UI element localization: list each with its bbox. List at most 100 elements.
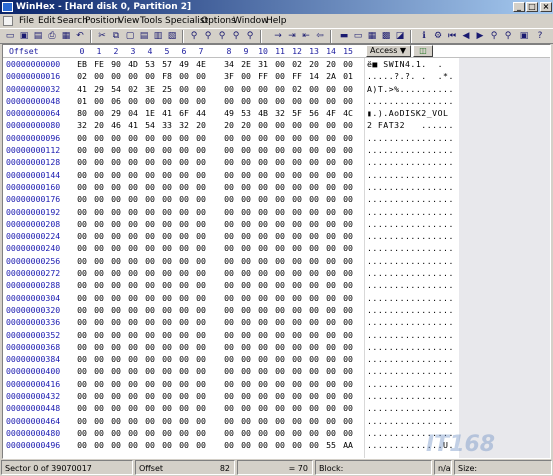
hex-byte-cell[interactable]: 00 xyxy=(256,242,270,254)
hex-byte-cell[interactable]: 00 xyxy=(177,402,191,414)
hex-byte-cell[interactable]: 00 xyxy=(75,169,89,181)
options-icon[interactable]: ⚙ xyxy=(432,31,444,42)
print-icon[interactable]: ⎙ xyxy=(46,31,58,42)
hex-byte-cell[interactable]: 00 xyxy=(324,218,338,230)
hex-byte-cell[interactable]: 49 xyxy=(222,107,236,119)
hex-byte-cell[interactable]: 00 xyxy=(307,365,321,377)
hex-byte-cell[interactable]: 00 xyxy=(109,181,123,193)
hex-byte-cell[interactable]: 00 xyxy=(273,132,287,144)
hex-byte-cell[interactable]: 00 xyxy=(92,230,106,242)
hex-byte-cell[interactable]: 00 xyxy=(239,415,253,427)
cut-icon[interactable]: ✂ xyxy=(96,31,108,42)
hex-byte-cell[interactable]: 00 xyxy=(160,132,174,144)
hex-byte-cell[interactable]: 00 xyxy=(341,95,355,107)
hex-byte-cell[interactable]: 00 xyxy=(307,279,321,291)
hex-byte-cell[interactable]: 00 xyxy=(143,193,157,205)
hex-byte-cell[interactable]: 00 xyxy=(290,230,304,242)
hex-byte-cell[interactable]: 00 xyxy=(307,341,321,353)
hex-byte-cell[interactable]: 00 xyxy=(256,415,270,427)
hex-byte-cell[interactable]: 00 xyxy=(126,316,140,328)
hex-byte-cell[interactable]: 00 xyxy=(290,242,304,254)
hex-byte-cell[interactable]: 00 xyxy=(92,390,106,402)
hex-byte-cell[interactable]: 00 xyxy=(92,255,106,267)
hex-editor[interactable]: Offset 0 1 2 3 4 5 6 7 8 9 10 11 12 13 1… xyxy=(2,44,551,459)
hex-byte-cell[interactable]: 29 xyxy=(109,107,123,119)
hex-byte-cell[interactable]: 20 xyxy=(324,58,338,70)
hex-byte-cell[interactable]: 00 xyxy=(126,292,140,304)
hex-byte-cell[interactable]: 00 xyxy=(290,206,304,218)
hex-byte-cell[interactable]: 00 xyxy=(92,70,106,82)
hex-byte-cell[interactable]: 49 xyxy=(177,58,191,70)
hex-byte-cell[interactable]: 00 xyxy=(194,415,208,427)
hex-byte-cell[interactable]: 00 xyxy=(75,415,89,427)
hex-byte-cell[interactable]: 00 xyxy=(341,279,355,291)
save-icon[interactable]: ▤ xyxy=(32,31,44,42)
hex-byte-cell[interactable]: 00 xyxy=(341,378,355,390)
hex-byte-cell[interactable]: 53 xyxy=(143,58,157,70)
hex-byte-cell[interactable]: 00 xyxy=(256,378,270,390)
hex-byte-cell[interactable]: 00 xyxy=(126,230,140,242)
ascii-cell[interactable]: ................ xyxy=(367,402,454,414)
hex-byte-cell[interactable]: 00 xyxy=(290,156,304,168)
hex-byte-cell[interactable]: 00 xyxy=(126,144,140,156)
hex-byte-cell[interactable]: 00 xyxy=(273,193,287,205)
hex-byte-cell[interactable]: 00 xyxy=(160,390,174,402)
hex-byte-cell[interactable]: 00 xyxy=(273,378,287,390)
hex-byte-cell[interactable]: 02 xyxy=(75,70,89,82)
hex-byte-cell[interactable]: 00 xyxy=(194,206,208,218)
hex-byte-cell[interactable]: 00 xyxy=(222,365,236,377)
hex-byte-cell[interactable]: 00 xyxy=(307,353,321,365)
hex-byte-cell[interactable]: 00 xyxy=(109,70,123,82)
hex-byte-cell[interactable]: 00 xyxy=(290,341,304,353)
hex-byte-cell[interactable]: 00 xyxy=(143,267,157,279)
hex-byte-cell[interactable]: 00 xyxy=(194,242,208,254)
hex-byte-cell[interactable]: 00 xyxy=(256,353,270,365)
hex-byte-cell[interactable]: 00 xyxy=(256,304,270,316)
hex-byte-cell[interactable]: 00 xyxy=(75,132,89,144)
hex-byte-cell[interactable]: 00 xyxy=(256,156,270,168)
hex-byte-cell[interactable]: 00 xyxy=(109,427,123,439)
hex-byte-cell[interactable]: 00 xyxy=(194,70,208,82)
hex-byte-cell[interactable]: 00 xyxy=(194,390,208,402)
hex-byte-cell[interactable]: 00 xyxy=(256,365,270,377)
hex-byte-cell[interactable]: 00 xyxy=(109,267,123,279)
hex-byte-cell[interactable]: 00 xyxy=(160,156,174,168)
table-row[interactable]: 00000000368 00 00 00 00 00 00 00 00 00 00 00 00 00 00 0… xyxy=(3,341,550,353)
hex-byte-cell[interactable]: 00 xyxy=(126,365,140,377)
hex-byte-cell[interactable]: 00 xyxy=(290,95,304,107)
hex-byte-cell[interactable]: 00 xyxy=(341,242,355,254)
hex-byte-cell[interactable]: 00 xyxy=(256,193,270,205)
hex-byte-cell[interactable]: 00 xyxy=(239,267,253,279)
hex-byte-cell[interactable]: 00 xyxy=(194,169,208,181)
hex-byte-cell[interactable]: 00 xyxy=(194,439,208,451)
paste-special-icon[interactable]: ▤ xyxy=(138,31,150,42)
hex-byte-cell[interactable]: 00 xyxy=(177,70,191,82)
hex-byte-cell[interactable]: 00 xyxy=(273,329,287,341)
hex-byte-cell[interactable]: 20 xyxy=(239,119,253,131)
hex-byte-cell[interactable]: 00 xyxy=(273,230,287,242)
hex-byte-cell[interactable]: 31 xyxy=(256,58,270,70)
hex-byte-cell[interactable]: 00 xyxy=(273,439,287,451)
hex-byte-cell[interactable]: 00 xyxy=(239,218,253,230)
hex-byte-cell[interactable]: 53 xyxy=(239,107,253,119)
hex-byte-cell[interactable]: 00 xyxy=(222,230,236,242)
hex-byte-cell[interactable]: 00 xyxy=(160,193,174,205)
table-row[interactable]: 00000000080 32 20 46 41 54 33 32 20 20 20 00 00 00 00 0… xyxy=(3,119,550,131)
hex-byte-cell[interactable]: 00 xyxy=(341,365,355,377)
close-button[interactable]: × xyxy=(540,2,552,12)
hex-byte-cell[interactable]: 00 xyxy=(75,292,89,304)
hex-byte-cell[interactable]: 00 xyxy=(143,70,157,82)
hex-byte-cell[interactable]: 00 xyxy=(256,292,270,304)
hex-byte-cell[interactable]: 00 xyxy=(126,390,140,402)
ascii-cell[interactable]: ................ xyxy=(367,193,454,205)
hex-byte-cell[interactable]: 00 xyxy=(194,427,208,439)
calculator-icon[interactable]: ▦ xyxy=(366,31,378,42)
hex-byte-cell[interactable]: 00 xyxy=(143,415,157,427)
copy-icon[interactable]: ⧉ xyxy=(110,31,122,42)
hex-byte-cell[interactable]: 00 xyxy=(273,267,287,279)
hex-byte-cell[interactable]: 00 xyxy=(290,144,304,156)
hex-byte-cell[interactable]: 00 xyxy=(143,156,157,168)
hex-byte-cell[interactable]: 00 xyxy=(75,316,89,328)
hex-byte-cell[interactable]: 00 xyxy=(143,95,157,107)
hex-byte-cell[interactable]: 00 xyxy=(290,132,304,144)
